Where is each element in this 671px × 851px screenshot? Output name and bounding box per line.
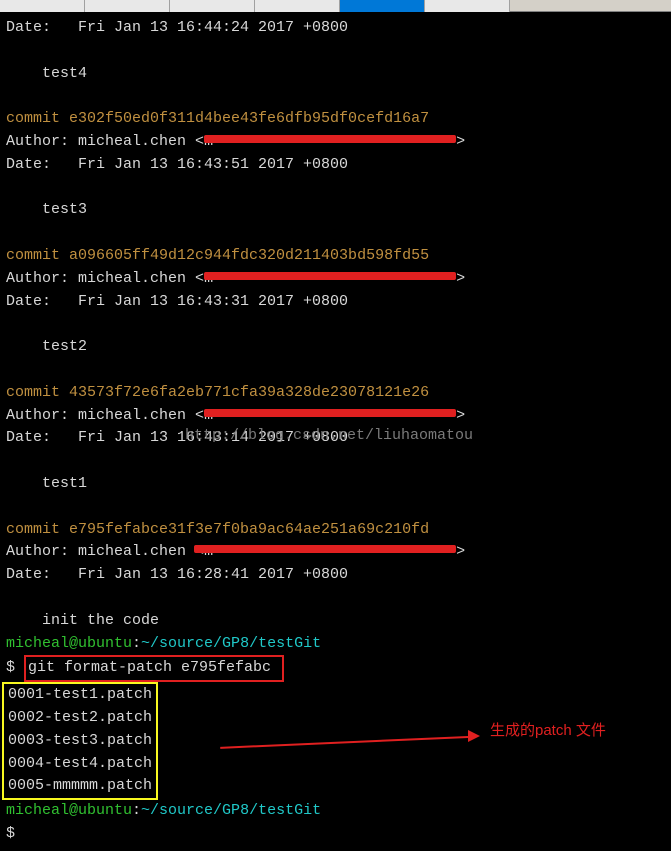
commit-line: commit e795fefabce31f3e7f0ba9ac64ae251a6… (6, 519, 665, 542)
patch-file: 0003-test3.patch (8, 730, 152, 753)
tab[interactable] (255, 0, 340, 12)
commit-msg: test2 (6, 336, 665, 359)
tab[interactable] (425, 0, 510, 12)
commit-date: Date: Fri Jan 13 16:43:51 2017 +0800 (6, 154, 665, 177)
tab-bar (0, 0, 671, 12)
commit-date: Date: Fri Jan 13 16:44:24 2017 +0800 (6, 17, 665, 40)
patch-file: 0005-mmmmm.patch (8, 775, 152, 798)
redacted-email: m (204, 405, 456, 428)
commit-author: Author: micheal.chen <m > (6, 405, 665, 428)
redacted-email: m (204, 131, 456, 154)
prompt-line: micheal@ubuntu:~/source/GP8/testGit (6, 800, 665, 823)
annotation-label: 生成的patch 文件 (490, 720, 606, 743)
patch-file: 0002-test2.patch (8, 707, 152, 730)
commit-date: Date: Fri Jan 13 16:28:41 2017 +0800 (6, 564, 665, 587)
commit-msg: test3 (6, 199, 665, 222)
patch-output-box: 0001-test1.patch 0002-test2.patch 0003-t… (2, 682, 158, 800)
commit-date: Date: Fri Jan 13 16:43:31 2017 +0800 (6, 291, 665, 314)
commit-line: commit 43573f72e6fa2eb771cfa39a328de2307… (6, 382, 665, 405)
tab[interactable] (85, 0, 170, 12)
commit-author: Author: micheal.chen <m > (6, 131, 665, 154)
tab[interactable] (170, 0, 255, 12)
prompt-line: micheal@ubuntu:~/source/GP8/testGit (6, 633, 665, 656)
commit-line: commit a096605ff49d12c944fdc320d211403bd… (6, 245, 665, 268)
commit-date: Date: Fri Jan 13 16:43:14 2017 +0800 (6, 427, 665, 450)
commit-author: Author: micheal.chen <m > (6, 541, 665, 564)
commit-msg: init the code (6, 610, 665, 633)
patch-file: 0004-test4.patch (8, 753, 152, 776)
commit-line: commit e302f50ed0f311d4bee43fe6dfb95df0c… (6, 108, 665, 131)
highlighted-command: git format-patch e795fefabc (24, 655, 284, 682)
redacted-email: m (204, 268, 456, 291)
patch-file: 0001-test1.patch (8, 684, 152, 707)
command-line: $ git format-patch e795fefabc (6, 655, 665, 682)
prompt-cursor[interactable]: $ (6, 823, 665, 846)
annotation-arrow (220, 728, 480, 748)
commit-msg: test1 (6, 473, 665, 496)
tab[interactable] (0, 0, 85, 12)
commit-msg: test4 (6, 63, 665, 86)
redacted-email: m (204, 541, 456, 564)
commit-author: Author: micheal.chen <m > (6, 268, 665, 291)
tab-active[interactable] (340, 0, 425, 12)
